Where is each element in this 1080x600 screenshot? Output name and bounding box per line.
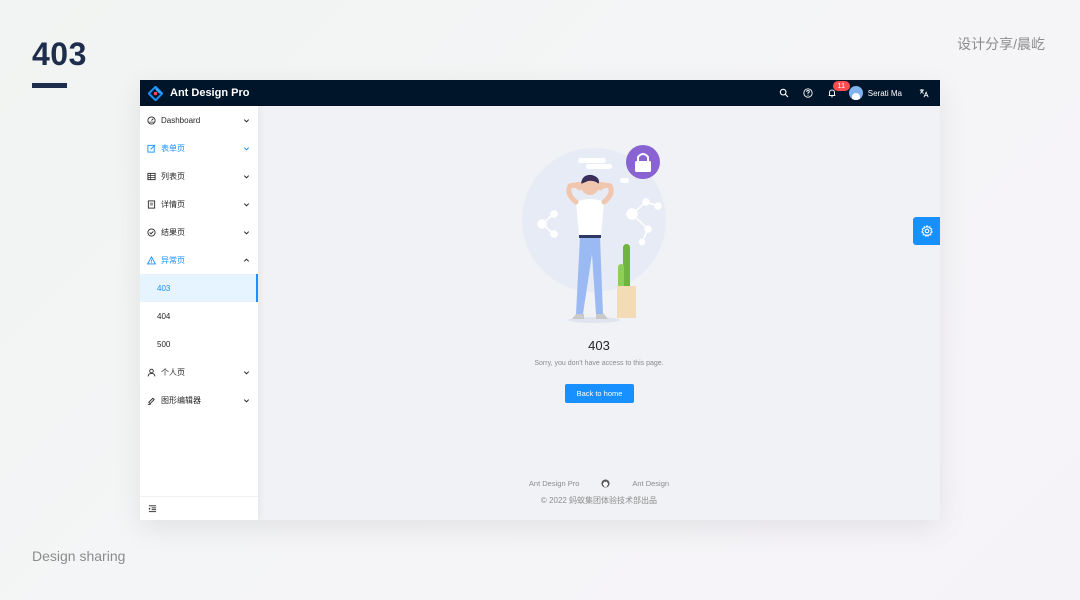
sidebar-item-list[interactable]: 列表页 bbox=[140, 162, 258, 190]
sidebar-item-result[interactable]: 结果页 bbox=[140, 218, 258, 246]
sidebar-collapse-button[interactable] bbox=[140, 496, 258, 520]
form-icon bbox=[147, 144, 156, 153]
menu-fold-icon bbox=[148, 505, 157, 513]
check-circle-icon bbox=[147, 227, 156, 237]
language-switch[interactable] bbox=[912, 80, 936, 106]
gear-icon bbox=[920, 225, 933, 237]
user-name: Serati Ma bbox=[867, 88, 902, 98]
chevron-up-icon bbox=[243, 258, 250, 262]
sidebar-item-label: 个人页 bbox=[161, 367, 185, 377]
slide-title: 403 bbox=[32, 36, 87, 72]
slide-credit: 设计分享/晨屹 bbox=[957, 36, 1045, 52]
search-icon bbox=[779, 88, 789, 98]
chevron-down-icon bbox=[243, 202, 250, 206]
sidebar-subitem-403[interactable]: 403 bbox=[140, 274, 258, 302]
sidebar-item-label: 列表页 bbox=[161, 171, 185, 181]
sidebar-item-account[interactable]: 个人页 bbox=[140, 358, 258, 386]
global-footer-links: Ant Design Pro Ant Design bbox=[258, 479, 940, 488]
brand-name: Ant Design Pro bbox=[170, 87, 250, 99]
header-notifications[interactable]: 11 bbox=[820, 80, 850, 106]
app-window: Ant Design Pro 11 Serati Ma Dashboard 表单… bbox=[140, 80, 940, 520]
notification-badge: 11 bbox=[832, 81, 850, 91]
highlight-icon bbox=[147, 397, 155, 405]
footer-link-antd[interactable]: Ant Design bbox=[632, 479, 669, 488]
forbidden-illustration bbox=[522, 145, 666, 323]
sidebar-subitem-404[interactable]: 404 bbox=[140, 302, 258, 330]
chevron-down-icon bbox=[243, 370, 250, 374]
header-search[interactable] bbox=[772, 80, 796, 106]
ant-logo-icon bbox=[148, 85, 163, 101]
chevron-down-icon bbox=[243, 118, 250, 122]
settings-drawer-button[interactable] bbox=[913, 217, 940, 245]
main-content: 403 Sorry, you don't have access to this… bbox=[258, 106, 940, 520]
logo[interactable]: Ant Design Pro bbox=[148, 85, 250, 101]
slide-footer: Design sharing bbox=[32, 548, 126, 564]
github-icon bbox=[601, 479, 610, 488]
question-icon bbox=[803, 88, 813, 98]
sidebar-item-label: 表单页 bbox=[161, 143, 185, 153]
translate-icon bbox=[919, 89, 929, 98]
header-actions: 11 Serati Ma bbox=[772, 80, 940, 106]
sidebar-item-profile[interactable]: 详情页 bbox=[140, 190, 258, 218]
sidebar-menu: Dashboard 表单页 列表页 详情页 结果页 异常页 403 404 50… bbox=[140, 106, 258, 520]
sidebar-item-label: 图形编辑器 bbox=[161, 395, 201, 405]
user-menu[interactable]: Serati Ma bbox=[848, 86, 902, 100]
chevron-down-icon bbox=[243, 230, 250, 234]
sidebar-subitem-500[interactable]: 500 bbox=[140, 330, 258, 358]
dashboard-icon bbox=[147, 115, 156, 125]
sidebar-item-dashboard[interactable]: Dashboard bbox=[140, 106, 258, 134]
profile-icon bbox=[147, 199, 156, 209]
sidebar-item-label: Dashboard bbox=[161, 115, 201, 125]
footer-link-pro[interactable]: Ant Design Pro bbox=[529, 479, 579, 488]
result-subtitle: Sorry, you don't have access to this pag… bbox=[534, 360, 664, 367]
copyright: © 2022 蚂蚁集团体验技术部出品 bbox=[540, 496, 658, 505]
chevron-down-icon bbox=[243, 398, 250, 402]
header-help[interactable] bbox=[796, 80, 820, 106]
slide-title-underline bbox=[32, 83, 67, 88]
sidebar-item-label: 异常页 bbox=[161, 255, 185, 265]
top-header: Ant Design Pro 11 Serati Ma bbox=[140, 80, 940, 106]
back-home-button[interactable]: Back to home bbox=[565, 384, 634, 403]
sidebar-item-label: 结果页 bbox=[161, 227, 185, 237]
avatar bbox=[848, 86, 863, 100]
chevron-down-icon bbox=[243, 174, 250, 178]
table-icon bbox=[147, 172, 156, 180]
footer-link-github[interactable] bbox=[601, 479, 610, 488]
warning-icon bbox=[147, 255, 156, 264]
sidebar-item-exception[interactable]: 异常页 bbox=[140, 246, 258, 274]
sidebar-item-label: 详情页 bbox=[161, 199, 185, 209]
sidebar-item-editor[interactable]: 图形编辑器 bbox=[140, 386, 258, 414]
user-icon bbox=[147, 368, 156, 376]
chevron-down-icon bbox=[243, 146, 250, 150]
result-title: 403 bbox=[588, 338, 610, 353]
sidebar-item-form[interactable]: 表单页 bbox=[140, 134, 258, 162]
